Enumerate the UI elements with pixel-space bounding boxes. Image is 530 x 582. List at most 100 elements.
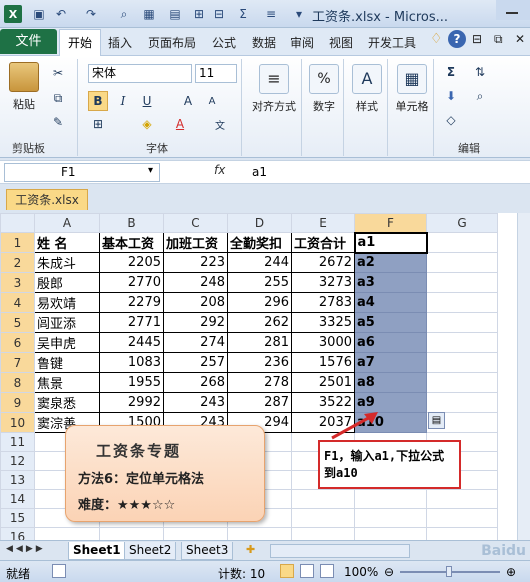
cell[interactable]: 2770 [99, 272, 164, 293]
find-select-icon[interactable]: ⌕ [470, 86, 490, 106]
undo-icon[interactable]: ↶ [52, 5, 70, 23]
cell[interactable]: 吴申虎 [34, 332, 100, 353]
fill-color-icon[interactable]: ◈ [137, 114, 157, 134]
cell[interactable]: 243 [163, 392, 228, 413]
zoom-out-icon[interactable]: ⊖ [384, 565, 394, 579]
clear-icon[interactable]: ◇ [441, 110, 461, 130]
font-name-select[interactable]: 宋体 [88, 64, 192, 83]
column-header[interactable]: D [227, 213, 292, 233]
sheet-tab-1[interactable]: Sheet1 [68, 542, 126, 560]
cell[interactable]: 3273 [291, 272, 355, 293]
calculator-icon[interactable]: ▤ [166, 5, 184, 23]
save-icon[interactable]: ▣ [30, 5, 48, 23]
paste-button[interactable]: 粘贴 [8, 62, 40, 112]
cut-icon[interactable]: ✂ [48, 63, 68, 83]
cells-button[interactable]: ▦ 单元格 [392, 64, 432, 114]
column-header[interactable]: B [99, 213, 164, 233]
cell[interactable] [354, 489, 427, 509]
cell[interactable]: 1576 [291, 352, 355, 373]
tab-page-layout[interactable]: 页面布局 [148, 34, 196, 51]
phonetic-icon[interactable]: 文 [210, 114, 230, 134]
cell[interactable]: 244 [227, 252, 292, 273]
cell[interactable]: 281 [227, 332, 292, 353]
insert-sheet-icon[interactable]: ✚ [246, 543, 255, 556]
merge-icon[interactable]: ⊟ [210, 5, 228, 23]
cell[interactable]: 262 [227, 312, 292, 333]
cell[interactable]: 2992 [99, 392, 164, 413]
cell[interactable]: 3325 [291, 312, 355, 333]
cell[interactable] [426, 272, 498, 293]
autosum-icon[interactable]: Σ [441, 62, 461, 82]
cell[interactable]: 223 [163, 252, 228, 273]
cell[interactable]: 2783 [291, 292, 355, 313]
column-header[interactable]: G [426, 213, 498, 233]
row-header[interactable]: 5 [0, 312, 35, 333]
cell[interactable]: 1955 [99, 372, 164, 393]
row-header[interactable]: 16 [0, 527, 35, 540]
minimize-ribbon-icon[interactable]: ⊟ [472, 32, 482, 46]
cell[interactable]: 255 [227, 272, 292, 293]
insert-function-icon[interactable]: fx [214, 163, 225, 177]
tab-data[interactable]: 数据 [252, 34, 276, 51]
cell[interactable]: 2279 [99, 292, 164, 313]
horizontal-scrollbar[interactable] [270, 544, 410, 558]
selected-cell[interactable]: a7 [354, 352, 427, 373]
cell[interactable] [426, 292, 498, 313]
cell[interactable]: 加班工资 [163, 232, 228, 253]
cell[interactable]: 2445 [99, 332, 164, 353]
tab-insert[interactable]: 插入 [108, 34, 132, 51]
cell[interactable] [291, 489, 355, 509]
print-preview-icon[interactable]: ⌕ [115, 5, 133, 23]
column-header[interactable]: E [291, 213, 355, 233]
redo-icon[interactable]: ↷ [82, 5, 100, 23]
cell[interactable]: 257 [163, 352, 228, 373]
row-header[interactable]: 7 [0, 352, 35, 373]
cell[interactable]: 248 [163, 272, 228, 293]
row-header[interactable]: 14 [0, 489, 35, 509]
cell[interactable] [426, 489, 498, 509]
number-button[interactable]: % 数字 [308, 64, 340, 114]
help-icon[interactable]: ? [448, 30, 466, 48]
cell[interactable] [426, 508, 498, 528]
excel-logo-icon[interactable]: X [4, 5, 22, 23]
row-header[interactable]: 3 [0, 272, 35, 293]
cell[interactable]: 2205 [99, 252, 164, 273]
cell[interactable]: 闾亚添 [34, 312, 100, 333]
selected-cell[interactable]: a3 [354, 272, 427, 293]
cell[interactable] [426, 352, 498, 373]
selected-cell[interactable]: a8 [354, 372, 427, 393]
sum-icon[interactable]: Σ [234, 5, 252, 23]
cell[interactable] [426, 372, 498, 393]
italic-button[interactable]: I [113, 91, 133, 111]
fill-icon[interactable]: ⬇ [441, 86, 461, 106]
cell[interactable]: 鲁键 [34, 352, 100, 373]
row-header[interactable]: 15 [0, 508, 35, 528]
cell[interactable]: 2672 [291, 252, 355, 273]
select-all-corner[interactable] [0, 213, 35, 233]
cell[interactable]: 窦泉悉 [34, 392, 100, 413]
vertical-scrollbar[interactable] [517, 213, 530, 540]
zoom-slider-thumb[interactable] [446, 566, 452, 577]
row-header[interactable]: 10 [0, 412, 35, 433]
cell[interactable] [426, 252, 498, 273]
zoom-level[interactable]: 100% [344, 565, 378, 579]
grow-font-icon[interactable]: A [178, 91, 198, 111]
sort-filter-icon[interactable]: ⇅ [470, 62, 490, 82]
cell[interactable]: 278 [227, 372, 292, 393]
cell[interactable] [426, 232, 498, 253]
close-icon[interactable]: ✕ [515, 32, 525, 46]
sheet-nav-icon[interactable]: ◀◀▶▶ [6, 544, 46, 554]
paste-options-icon[interactable]: ▤ [428, 412, 445, 429]
document-tab[interactable]: 工资条.xlsx [6, 189, 88, 210]
tab-formulas[interactable]: 公式 [212, 34, 236, 51]
cell[interactable] [354, 527, 427, 540]
minimize-button[interactable] [496, 0, 530, 20]
styles-button[interactable]: A 样式 [350, 64, 384, 114]
page-layout-view-icon[interactable] [300, 564, 314, 578]
tab-developer[interactable]: 开发工具 [368, 34, 416, 51]
cell[interactable]: 2501 [291, 372, 355, 393]
cell[interactable]: 296 [227, 292, 292, 313]
restore-icon[interactable]: ⧉ [494, 32, 503, 47]
selected-cell[interactable]: a5 [354, 312, 427, 333]
tab-home[interactable]: 开始 [59, 29, 101, 56]
